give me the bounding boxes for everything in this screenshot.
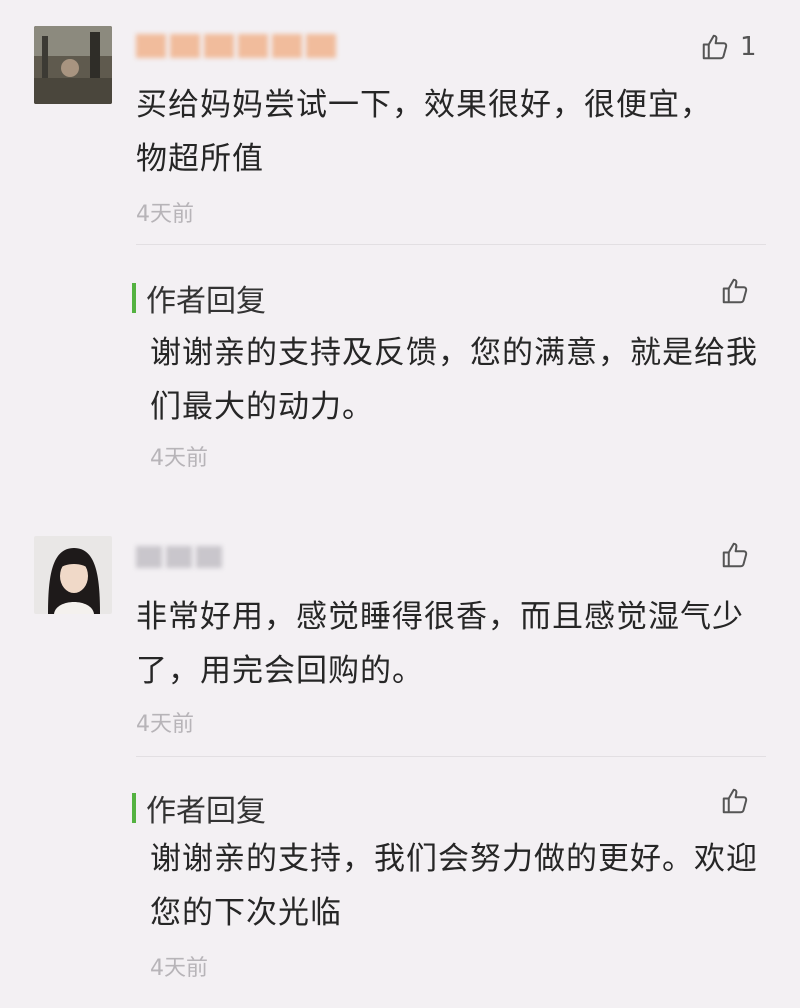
thumb-up-icon	[702, 34, 728, 60]
reply-accent-bar	[132, 283, 136, 313]
comment-time: 4天前	[136, 202, 194, 227]
like-button[interactable]: 1	[700, 32, 757, 62]
author-reply-label: 作者回复	[132, 276, 266, 320]
username-blurred	[136, 546, 222, 570]
thumb-up-icon	[722, 542, 748, 568]
divider	[136, 756, 766, 757]
like-count: 1	[740, 32, 757, 62]
thumb-up-icon	[722, 788, 748, 814]
thumb-up-icon	[722, 278, 748, 304]
reply-time: 4天前	[150, 956, 208, 981]
comment-time: 4天前	[136, 712, 194, 737]
author-reply-label: 作者回复	[132, 786, 266, 830]
avatar[interactable]	[34, 536, 112, 614]
reply-accent-bar	[132, 793, 136, 823]
reply-like-button[interactable]	[720, 276, 750, 306]
avatar-image	[34, 26, 112, 104]
avatar-image	[34, 536, 112, 614]
reply-text: 谢谢亲的支持及反馈，您的满意，就是给我们最大的动力。	[150, 335, 758, 425]
reply-like-button[interactable]	[720, 786, 750, 816]
comment-text: 买给妈妈尝试一下，效果很好，很便宜，物超所值	[136, 87, 712, 177]
avatar[interactable]	[34, 26, 112, 104]
divider	[136, 244, 766, 245]
reply-text: 谢谢亲的支持，我们会努力做的更好。欢迎您的下次光临	[150, 841, 758, 931]
comment-text: 非常好用，感觉睡得很香，而且感觉湿气少了，用完会回购的。	[136, 599, 744, 689]
reply-time: 4天前	[150, 446, 208, 471]
like-button[interactable]	[720, 540, 760, 570]
username-blurred	[136, 34, 336, 58]
